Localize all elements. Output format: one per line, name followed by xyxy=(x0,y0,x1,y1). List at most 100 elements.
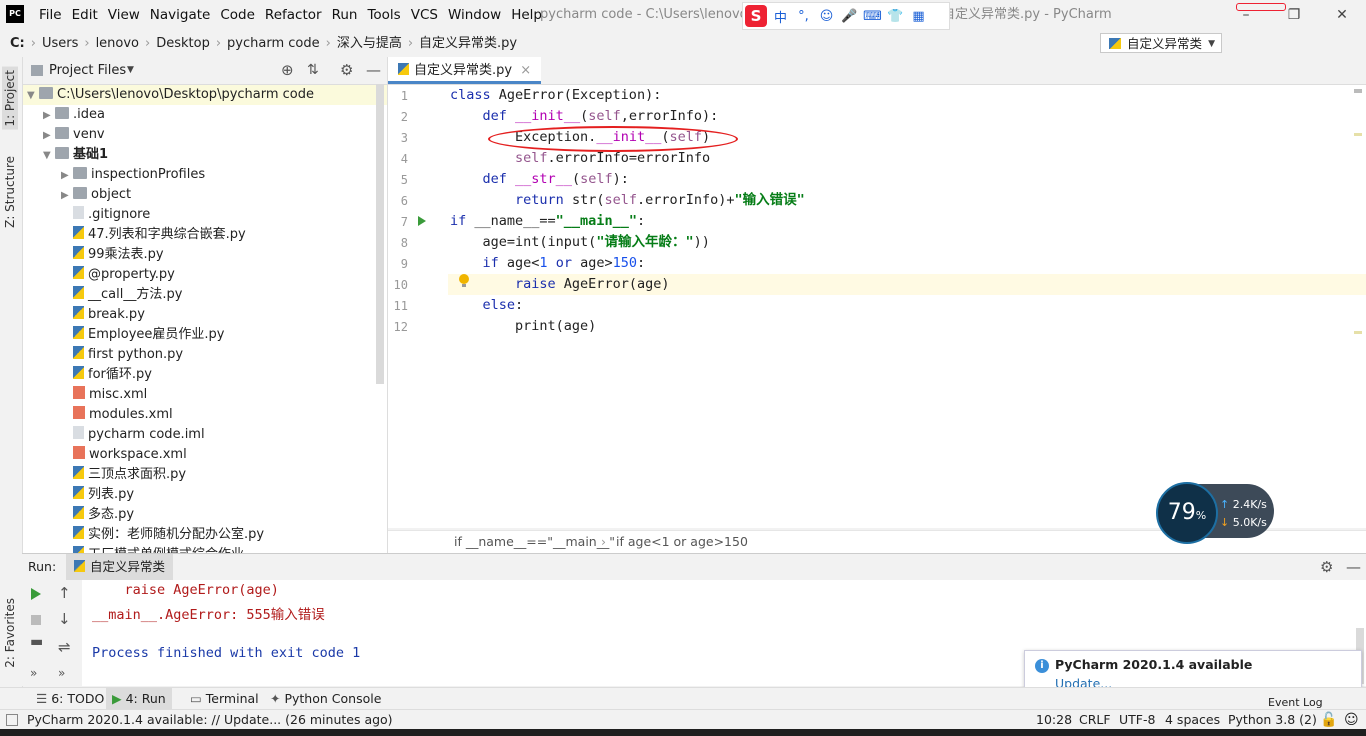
tree-file[interactable]: break.py xyxy=(23,305,145,325)
tree-folder[interactable]: ▶ .idea xyxy=(23,105,105,125)
sogou-icon[interactable]: S xyxy=(745,5,767,27)
hide-icon[interactable]: — xyxy=(1346,554,1361,580)
tree-file[interactable]: modules.xml xyxy=(23,405,173,425)
tree-folder[interactable]: ▶ inspectionProfiles xyxy=(23,165,205,185)
tree-file[interactable]: __call__方法.py xyxy=(23,285,182,305)
down-arrow-icon[interactable]: ↓ xyxy=(58,610,71,628)
run-gutter-icon[interactable] xyxy=(417,216,427,226)
ime-chinese-icon[interactable]: 中 xyxy=(771,7,790,26)
tree-folder[interactable]: ▼ 基础1 xyxy=(23,145,108,165)
tree-file[interactable]: 列表.py xyxy=(23,485,134,505)
gear-icon[interactable]: ⚙ xyxy=(1320,554,1333,580)
project-view-selector[interactable]: Project Files xyxy=(49,57,126,84)
crumb-file[interactable]: 自定义异常类.py xyxy=(419,30,517,57)
code-editor[interactable]: 1 2 3 4 5 6 7 8 9 10 11 12 class AgeError(Exception… xyxy=(388,85,1366,528)
tree-file[interactable]: @property.py xyxy=(23,265,175,285)
soft-wrap-icon[interactable]: ⇌ xyxy=(58,638,71,656)
tree-file[interactable]: 47.列表和字典综合嵌套.py xyxy=(23,225,246,245)
editor-tab-file[interactable]: 自定义异常类.py × xyxy=(388,57,542,84)
tree-folder[interactable]: ▶ object xyxy=(23,185,131,205)
status-message[interactable]: PyCharm 2020.1.4 available: // Update...… xyxy=(27,710,393,730)
crumb-drive[interactable]: C: xyxy=(10,30,25,57)
chevron-down-icon[interactable]: ▼ xyxy=(43,146,55,166)
menu-vcs[interactable]: VCS xyxy=(406,0,443,30)
up-arrow-icon[interactable]: ↑ xyxy=(58,584,71,602)
menu-run[interactable]: Run xyxy=(327,0,363,30)
collapse-icon[interactable]: ⇅ xyxy=(307,57,319,84)
layout-toggle-icon[interactable] xyxy=(6,714,18,726)
scrollbar[interactable] xyxy=(376,84,384,384)
tree-file[interactable]: misc.xml xyxy=(23,385,147,405)
crumb-lenovo[interactable]: lenovo xyxy=(96,30,139,57)
editor-breadcrumb-main[interactable]: if __name__=="__main__" xyxy=(454,531,615,553)
status-line-separator[interactable]: CRLF xyxy=(1079,710,1111,730)
crumb-desktop[interactable]: Desktop xyxy=(156,30,210,57)
stop-icon[interactable] xyxy=(30,614,42,626)
tree-file[interactable]: 多态.py xyxy=(23,505,134,525)
rerun-icon[interactable] xyxy=(30,588,42,600)
status-encoding[interactable]: UTF-8 xyxy=(1119,710,1155,730)
menu-window[interactable]: Window xyxy=(443,0,506,30)
more-icon[interactable]: » xyxy=(30,666,37,680)
network-speed-widget[interactable]: 79% ↑ 2.4K/s ↓ 5.0K/s xyxy=(1156,482,1276,544)
ime-toolbar[interactable]: S 中 °, ☺ 🎤 ⌨ 👕 ▦ xyxy=(742,2,950,30)
run-config-selector[interactable]: 自定义异常类 ▼ xyxy=(1100,33,1222,53)
crumb-project[interactable]: pycharm code xyxy=(227,30,320,57)
hide-icon[interactable]: — xyxy=(366,57,381,84)
tree-file[interactable]: pycharm code.iml xyxy=(23,425,205,445)
ime-emoji-icon[interactable]: ☺ xyxy=(817,9,836,24)
ime-skin-icon[interactable]: 👕 xyxy=(886,9,905,24)
menu-file[interactable]: File xyxy=(34,0,67,30)
chevron-right-icon[interactable]: ▶ xyxy=(43,126,55,146)
ime-voice-icon[interactable]: 🎤 xyxy=(840,9,859,24)
menu-navigate[interactable]: Navigate xyxy=(145,0,216,30)
tree-file[interactable]: .gitignore xyxy=(23,205,150,225)
tree-file[interactable]: first python.py xyxy=(23,345,183,365)
lock-icon[interactable]: 🔓 xyxy=(1320,710,1337,730)
editor-breadcrumb-if[interactable]: if age<1 or age>150 xyxy=(616,531,748,553)
status-interpreter[interactable]: Python 3.8 (2) xyxy=(1228,710,1317,730)
status-position[interactable]: 10:28 xyxy=(1036,710,1072,730)
minimize-icon[interactable]: – xyxy=(1222,0,1270,30)
more-icon[interactable]: » xyxy=(58,666,65,680)
layout-icon[interactable]: ▬ xyxy=(30,634,43,650)
tree-file[interactable]: workspace.xml xyxy=(23,445,187,465)
tab-project[interactable]: 1: Project xyxy=(2,67,18,130)
chevron-right-icon[interactable]: ▶ xyxy=(61,186,73,206)
tree-folder[interactable]: ▶ venv xyxy=(23,125,105,145)
status-indent[interactable]: 4 spaces xyxy=(1165,710,1220,730)
chevron-right-icon[interactable]: ▶ xyxy=(61,166,73,186)
inspector-icon[interactable]: ☺ xyxy=(1344,710,1359,730)
tab-run[interactable]: ▶ 4: Run xyxy=(106,688,172,710)
close-tab-icon[interactable]: × xyxy=(520,63,531,78)
close-icon[interactable]: ✕ xyxy=(1318,0,1366,30)
crumb-folder[interactable]: 深入与提高 xyxy=(337,30,402,57)
menu-tools[interactable]: Tools xyxy=(362,0,405,30)
tree-file[interactable]: 实例：老师随机分配办公室.py xyxy=(23,525,264,545)
chevron-right-icon[interactable]: ▶ xyxy=(43,106,55,126)
menu-refactor[interactable]: Refactor xyxy=(260,0,327,30)
menu-edit[interactable]: Edit xyxy=(67,0,103,30)
tree-root[interactable]: ▼ C:\Users\lenovo\Desktop\pycharm code xyxy=(23,85,387,105)
locate-icon[interactable]: ⊕ xyxy=(281,57,294,84)
ime-keyboard-icon[interactable]: ⌨ xyxy=(863,9,882,24)
crumb-users[interactable]: Users xyxy=(42,30,78,57)
tab-structure[interactable]: Z: Structure xyxy=(2,153,18,231)
tree-file[interactable]: 工厂模式单例模式综合作业 xyxy=(23,545,244,553)
tab-todo[interactable]: ☰ 6: TODO xyxy=(30,688,110,710)
chevron-down-icon[interactable]: ▼ xyxy=(127,57,134,84)
menu-code[interactable]: Code xyxy=(215,0,260,30)
run-tab[interactable]: 自定义异常类 xyxy=(66,554,174,580)
tab-python-console[interactable]: ✦ Python Console xyxy=(264,688,387,710)
gear-icon[interactable]: ⚙ xyxy=(340,57,353,84)
tab-favorites[interactable]: 2: Favorites xyxy=(2,595,18,671)
ime-punct-icon[interactable]: °, xyxy=(794,9,813,24)
tree-file[interactable]: 三顶点求面积.py xyxy=(23,465,186,485)
tree-file[interactable]: for循环.py xyxy=(23,365,152,385)
tab-terminal[interactable]: ▭ Terminal xyxy=(184,688,265,710)
menu-view[interactable]: View xyxy=(103,0,145,30)
tree-file[interactable]: 99乘法表.py xyxy=(23,245,164,265)
ime-toolbox-icon[interactable]: ▦ xyxy=(909,9,928,24)
maximize-icon[interactable]: ❐ xyxy=(1270,0,1318,30)
tree-file[interactable]: Employee雇员作业.py xyxy=(23,325,224,345)
